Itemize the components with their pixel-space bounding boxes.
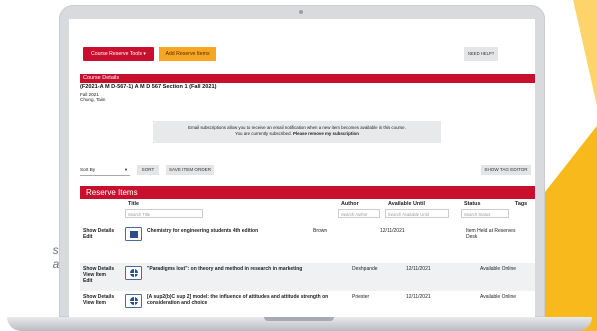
course-title: (F2021-A M D-567-1) A M D 567 Section 1 … (80, 84, 217, 90)
item-status: Item Held at Reserves Desk (466, 228, 516, 241)
search-author-input[interactable]: Search Author (338, 209, 380, 218)
search-title-input[interactable]: Search Title (125, 209, 203, 218)
course-meta: Fall 2021 Chung, Taiin (80, 92, 105, 103)
column-header-tags: Tags (515, 201, 528, 207)
item-title[interactable]: Chemistry for engineering students 4th e… (147, 228, 297, 234)
laptop-frame: Course Reserve Tools ▾ Add Reserve Items… (59, 5, 545, 317)
item-available-until: 12/11/2021 (406, 294, 431, 300)
notice-status: You are currently subscribed. Please rem… (153, 131, 441, 137)
table-row: Show Details Edit Chemistry for engineer… (80, 225, 535, 263)
online-resource-thumbnail (125, 294, 142, 308)
search-available-until-input[interactable]: Search Available Until (385, 209, 449, 218)
item-author: Priester (352, 294, 370, 300)
laptop-screen: Course Reserve Tools ▾ Add Reserve Items… (69, 19, 535, 317)
item-author: Deshpande (352, 266, 378, 272)
column-header-available-until[interactable]: Available Until (388, 201, 425, 207)
column-header-author[interactable]: Author (341, 201, 359, 207)
sort-by-value: Sort By (80, 167, 96, 172)
laptop-notch (264, 317, 334, 321)
column-header-title[interactable]: Title (128, 201, 139, 207)
table-row: Show Details View Item [A sup2(b)C sup 2… (80, 291, 535, 317)
item-author: Brown (313, 228, 328, 234)
course-instructor: Chung, Taiin (80, 97, 106, 103)
course-reserve-tools-button[interactable]: Course Reserve Tools ▾ (83, 47, 154, 61)
remove-subscription-link[interactable]: Please remove my subscription (293, 131, 359, 136)
camera-dot (299, 10, 303, 14)
book-icon (125, 227, 142, 241)
sort-by-select[interactable]: Sort By ▼ (80, 165, 130, 176)
item-title[interactable]: "Paradigms lost": on theory and method i… (147, 266, 347, 272)
item-status: Available Online (480, 294, 517, 300)
globe-icon (130, 297, 138, 305)
globe-icon (130, 269, 138, 277)
save-item-order-button[interactable]: SAVE ITEM ORDER (166, 165, 214, 175)
subscription-notice: Email subscriptions allow you to receive… (153, 121, 441, 143)
add-reserve-items-button[interactable]: Add Reserve Items (159, 47, 216, 61)
sort-button[interactable]: SORT (137, 165, 159, 175)
notice-subscribed-text: You are currently subscribed. (235, 131, 292, 136)
item-status: Available Online (480, 266, 517, 272)
item-available-until: 12/11/2021 (380, 228, 405, 234)
chevron-down-icon: ▼ (124, 167, 128, 172)
edit-link[interactable]: Edit (83, 278, 92, 284)
online-resource-thumbnail (125, 266, 142, 280)
edit-link[interactable]: Edit (83, 234, 92, 240)
reserve-items-header: Reserve Items (80, 186, 535, 199)
course-details-header: Course Details (80, 74, 535, 83)
table-row: Show Details View Item Edit "Paradigms l… (80, 263, 535, 291)
view-item-link[interactable]: View Item (83, 300, 106, 306)
need-help-button[interactable]: NEED HELP? (464, 47, 498, 61)
item-available-until: 12/11/2021 (406, 266, 431, 272)
item-title[interactable]: [A sup2(b)C sup 2] model: the influence … (147, 294, 342, 306)
search-status-input[interactable]: Search Status (461, 209, 509, 218)
column-header-status[interactable]: Status (464, 201, 480, 207)
show-tag-editor-button[interactable]: SHOW TAG EDITOR (481, 165, 531, 175)
